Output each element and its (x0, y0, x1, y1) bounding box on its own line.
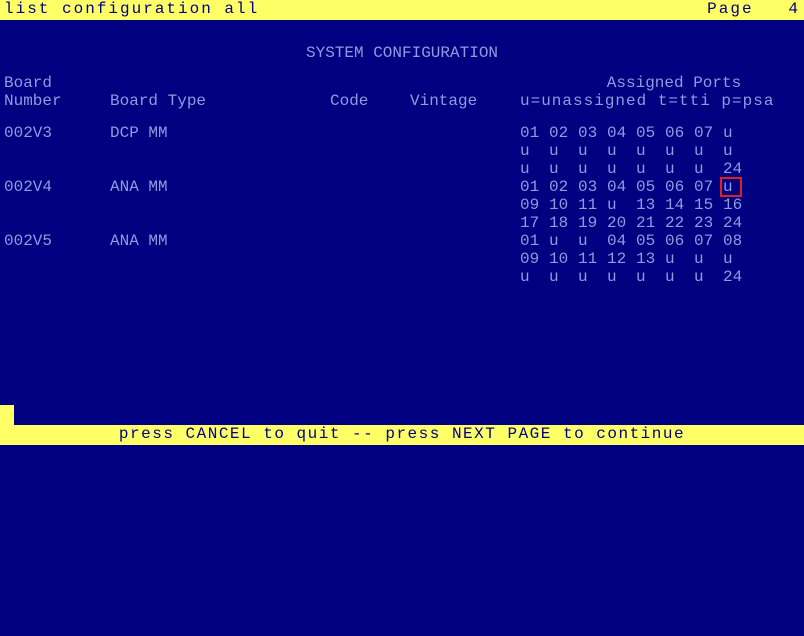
port-cell[interactable]: u (607, 142, 631, 160)
port-cell[interactable]: 11 (578, 250, 602, 268)
port-cell[interactable]: 07 (694, 232, 718, 250)
port-cell[interactable]: 03 (578, 178, 602, 196)
port-cell[interactable]: u (694, 250, 718, 268)
port-cell[interactable]: 24 (723, 214, 747, 232)
port-cell[interactable]: 08 (723, 232, 747, 250)
port-cell[interactable]: u (665, 268, 689, 286)
port-cell[interactable]: u (665, 250, 689, 268)
port-cell[interactable]: 02 (549, 178, 573, 196)
port-cell[interactable]: 06 (665, 124, 689, 142)
port-cell[interactable]: u (520, 142, 544, 160)
port-cell[interactable]: 02 (549, 124, 573, 142)
port-cell[interactable]: 10 (549, 250, 573, 268)
port-cell[interactable]: 09 (520, 196, 544, 214)
board-type: DCP MM (90, 124, 290, 142)
board-type: ANA MM (90, 178, 290, 196)
port-cell[interactable]: 03 (578, 124, 602, 142)
port-cell[interactable]: u (665, 160, 689, 178)
port-cell[interactable]: 17 (520, 214, 544, 232)
command-text: list configuration all (4, 0, 259, 20)
status-bar: press CANCEL to quit -- press NEXT PAGE … (0, 425, 804, 445)
port-cell[interactable]: u (723, 178, 747, 196)
screen-title: SYSTEM CONFIGURATION (0, 44, 804, 62)
cursor-highlight (720, 177, 742, 197)
data-body: 002V3DCP MM01020304050607uuuuuuuuuuuuuuu… (0, 124, 804, 286)
port-cell[interactable]: 15 (694, 196, 718, 214)
port-cell[interactable]: u (723, 142, 747, 160)
port-cell[interactable]: 13 (636, 196, 660, 214)
port-cell[interactable]: u (578, 142, 602, 160)
column-headers: Board Assigned Ports Number Board Type C… (0, 74, 804, 110)
port-cell[interactable]: 22 (665, 214, 689, 232)
port-cell[interactable]: u (549, 160, 573, 178)
port-cell[interactable]: 14 (665, 196, 689, 214)
port-cell[interactable]: u (549, 232, 573, 250)
port-cell[interactable]: 06 (665, 178, 689, 196)
port-cell[interactable]: u (723, 124, 747, 142)
port-cell[interactable]: u (520, 268, 544, 286)
port-cell[interactable]: 06 (665, 232, 689, 250)
board-block: 002V3DCP MM01020304050607uuuuuuuuuuuuuuu… (0, 124, 804, 178)
title-bar: list configuration all Page 4 (0, 0, 804, 20)
header-board-l2: Number (0, 92, 90, 110)
port-cell[interactable]: u (694, 268, 718, 286)
port-cell[interactable]: 07 (694, 124, 718, 142)
port-cell[interactable]: 04 (607, 232, 631, 250)
port-cell[interactable]: 23 (694, 214, 718, 232)
port-cell[interactable]: 13 (636, 250, 660, 268)
port-cell[interactable]: 04 (607, 124, 631, 142)
board-number: 002V4 (0, 178, 90, 196)
port-cell[interactable]: u (549, 142, 573, 160)
port-cell[interactable]: 01 (520, 124, 544, 142)
port-cell[interactable]: 09 (520, 250, 544, 268)
status-tab (0, 405, 14, 425)
port-cell[interactable]: 24 (723, 268, 747, 286)
port-cell[interactable]: 10 (549, 196, 573, 214)
port-cell[interactable]: 19 (578, 214, 602, 232)
port-cell[interactable]: 01 (520, 178, 544, 196)
port-cell[interactable]: 05 (636, 124, 660, 142)
port-cell[interactable]: u (578, 268, 602, 286)
board-block: 002V4ANA MM 01 02 03 04 05 06 07 u 09 10 11 u 13 14 15 1… (0, 178, 804, 232)
header-board-type: Board Type (90, 92, 290, 110)
port-cell[interactable]: u (636, 268, 660, 286)
board-number: 002V3 (0, 124, 90, 142)
port-cell[interactable]: u (665, 142, 689, 160)
port-cell[interactable]: u (607, 160, 631, 178)
port-cell[interactable]: 16 (723, 196, 747, 214)
header-board-l1: Board (0, 74, 90, 92)
port-cell[interactable]: 05 (636, 178, 660, 196)
port-cell[interactable]: 05 (636, 232, 660, 250)
port-cell[interactable]: u (578, 160, 602, 178)
board-type: ANA MM (90, 232, 290, 250)
port-cell[interactable]: u (607, 268, 631, 286)
port-cell[interactable]: 07 (694, 178, 718, 196)
port-cell[interactable]: 20 (607, 214, 631, 232)
port-cell[interactable]: 01 (520, 232, 544, 250)
port-cell[interactable]: 12 (607, 250, 631, 268)
port-cell[interactable]: u (694, 160, 718, 178)
port-cell[interactable]: u (636, 142, 660, 160)
port-cell[interactable]: 24 (723, 160, 747, 178)
port-cell[interactable]: u (636, 160, 660, 178)
page-indicator: Page 4 (707, 0, 800, 20)
port-cell[interactable]: u (549, 268, 573, 286)
port-cell[interactable]: u (694, 142, 718, 160)
board-block: 002V5ANA MM01uu04050607080910111213uuuuu… (0, 232, 804, 286)
port-cell[interactable]: u (520, 160, 544, 178)
port-cell[interactable]: u (723, 250, 747, 268)
header-vintage: Vintage (410, 92, 520, 110)
port-cell[interactable]: 04 (607, 178, 631, 196)
port-cell[interactable]: u (578, 232, 602, 250)
board-number: 002V5 (0, 232, 90, 250)
port-cell[interactable]: u (607, 196, 631, 214)
port-cell[interactable]: 11 (578, 196, 602, 214)
header-code: Code (290, 92, 410, 110)
port-cell[interactable]: 21 (636, 214, 660, 232)
port-cell[interactable]: 18 (549, 214, 573, 232)
header-legend: u=unassigned t=tti p=psa (520, 92, 804, 110)
header-assigned-ports: Assigned Ports (544, 74, 804, 92)
